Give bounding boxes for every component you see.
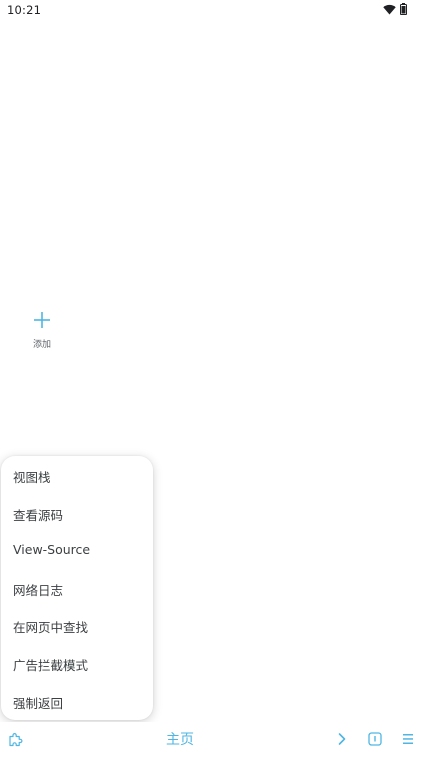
forward-chevron-icon — [338, 733, 346, 745]
status-time: 10:21 — [7, 3, 42, 17]
add-shortcut-label: 添加 — [32, 340, 51, 350]
wifi-icon — [383, 4, 396, 14]
plus-icon — [34, 312, 50, 328]
menu-item-label: 网络日志 — [13, 583, 64, 598]
bottom-toolbar: 主页 — [0, 722, 425, 757]
menu-item-adblock-mode[interactable]: 广告拦截模式 — [1, 645, 153, 682]
tabs-square-icon — [368, 732, 382, 746]
extension-puzzle-icon — [9, 733, 23, 747]
status-bar: 10:21 — [0, 0, 425, 20]
home-title-button[interactable]: 主页 — [150, 729, 210, 749]
menu-item-label: 广告拦截模式 — [13, 658, 89, 673]
menu-item-view-source[interactable]: View-Source — [1, 532, 153, 569]
forward-button[interactable] — [331, 728, 353, 750]
tabs-button[interactable] — [364, 728, 386, 750]
menu-item-network-log[interactable]: 网络日志 — [1, 570, 153, 607]
screen: 10:21 添加 视图栈 查看源码 View-Source 网络日志 在网页中查… — [0, 0, 425, 757]
menu-lines-icon — [403, 734, 413, 744]
menu-item-label: View-Source — [13, 542, 91, 557]
menu-item-label: 强制返回 — [13, 696, 64, 711]
popup-menu: 视图栈 查看源码 View-Source 网络日志 在网页中查找 广告拦截模式 … — [1, 456, 153, 720]
menu-item-view-stack[interactable]: 视图栈 — [1, 457, 153, 494]
menu-item-force-back[interactable]: 强制返回 — [1, 683, 153, 720]
menu-item-label: 查看源码 — [13, 508, 64, 523]
menu-item-label: 视图栈 — [13, 470, 51, 485]
extensions-button[interactable] — [5, 728, 27, 750]
add-shortcut-button[interactable]: 添加 — [24, 310, 60, 352]
battery-icon — [400, 3, 407, 15]
menu-item-view-source-code[interactable]: 查看源码 — [1, 495, 153, 532]
menu-item-label: 在网页中查找 — [13, 620, 89, 635]
menu-button[interactable] — [397, 728, 419, 750]
status-icons — [383, 3, 407, 15]
menu-item-find-in-page[interactable]: 在网页中查找 — [1, 607, 153, 644]
